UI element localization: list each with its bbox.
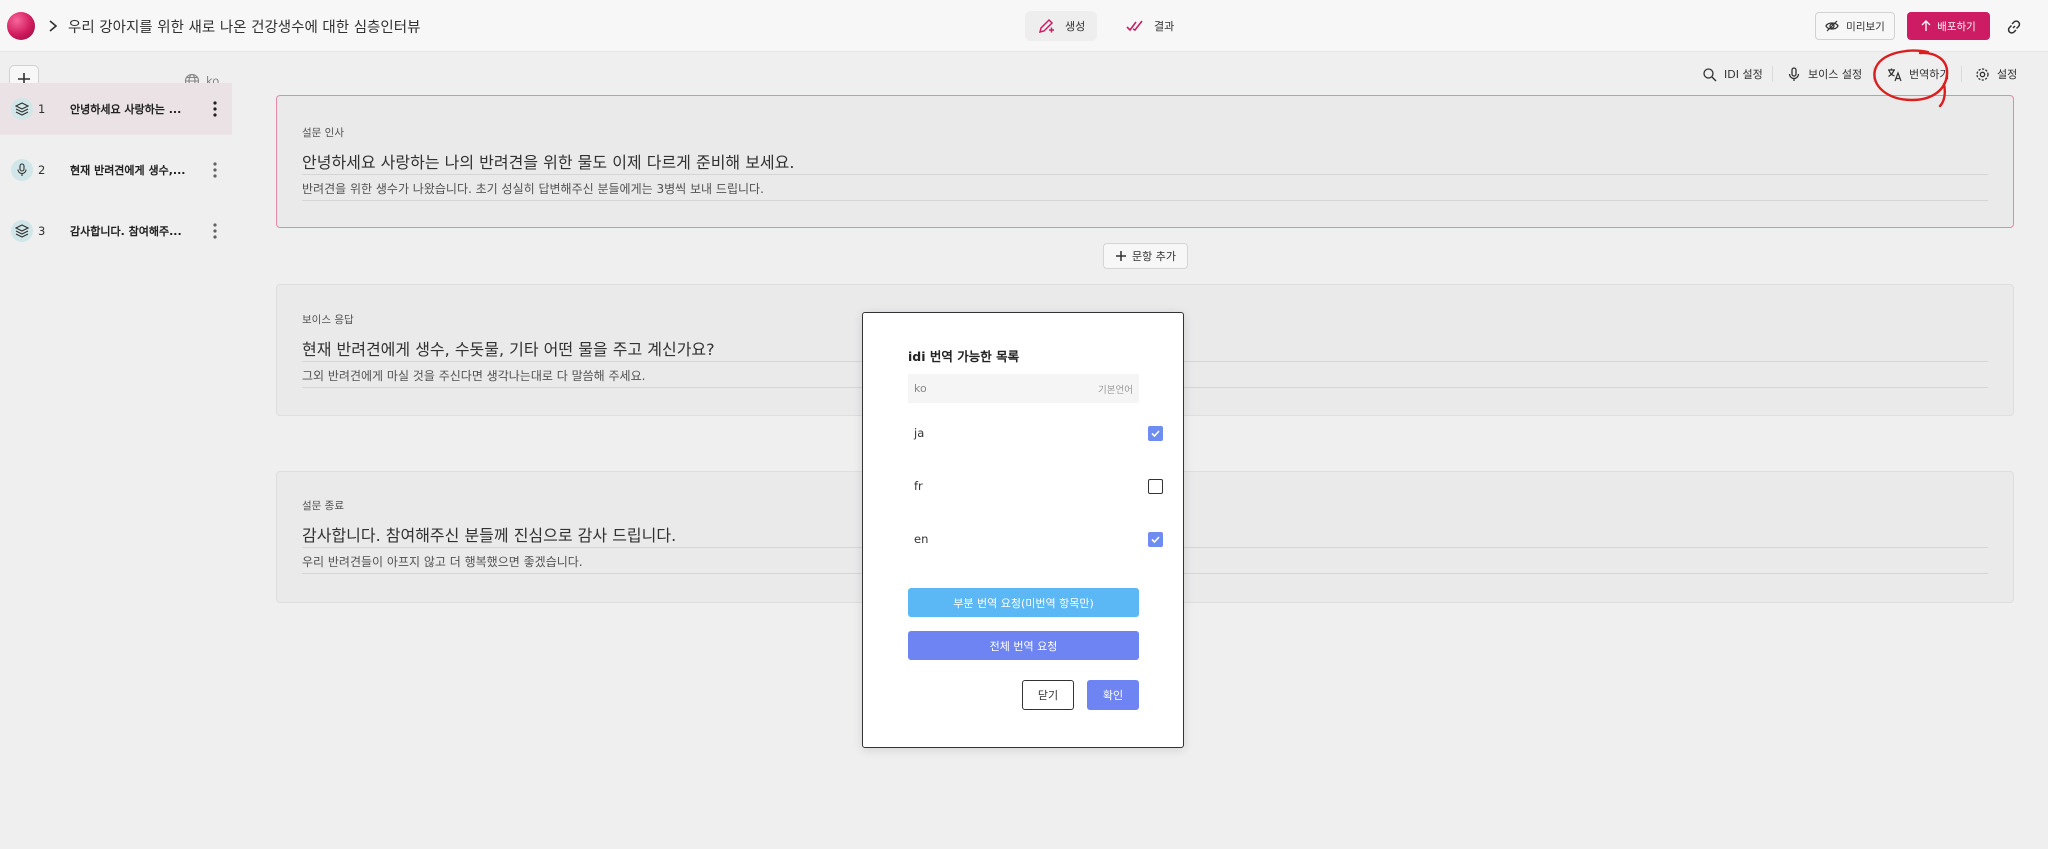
partial-translation-button[interactable]: 부분 번역 요청(미번역 항목만) <box>908 588 1139 617</box>
checkbox-en[interactable] <box>1148 531 1163 547</box>
modal-title: idi 번역 가능한 목록 <box>908 349 1020 364</box>
checkbox-ja[interactable] <box>1148 425 1163 441</box>
confirm-button[interactable]: 확인 <box>1087 680 1139 710</box>
check-icon <box>1151 429 1160 437</box>
base-language-code: ko <box>914 382 927 395</box>
language-code: fr <box>914 479 923 493</box>
language-row-en[interactable]: en <box>908 524 1163 554</box>
language-row-fr[interactable]: fr <box>908 471 1163 501</box>
full-translation-button[interactable]: 전체 번역 요청 <box>908 631 1139 660</box>
close-button[interactable]: 닫기 <box>1022 680 1074 710</box>
default-language-tag: 기본언어 <box>1098 384 1133 396</box>
language-row-ja[interactable]: ja <box>908 418 1163 448</box>
base-language-row: ko 기본언어 <box>908 374 1139 403</box>
check-icon <box>1151 535 1160 543</box>
language-code: ja <box>914 426 925 440</box>
language-code: en <box>914 532 929 546</box>
translation-modal: idi 번역 가능한 목록 ko 기본언어 ja fr en 부분 번역 요청(… <box>862 312 1184 748</box>
checkbox-fr[interactable] <box>1148 478 1163 494</box>
